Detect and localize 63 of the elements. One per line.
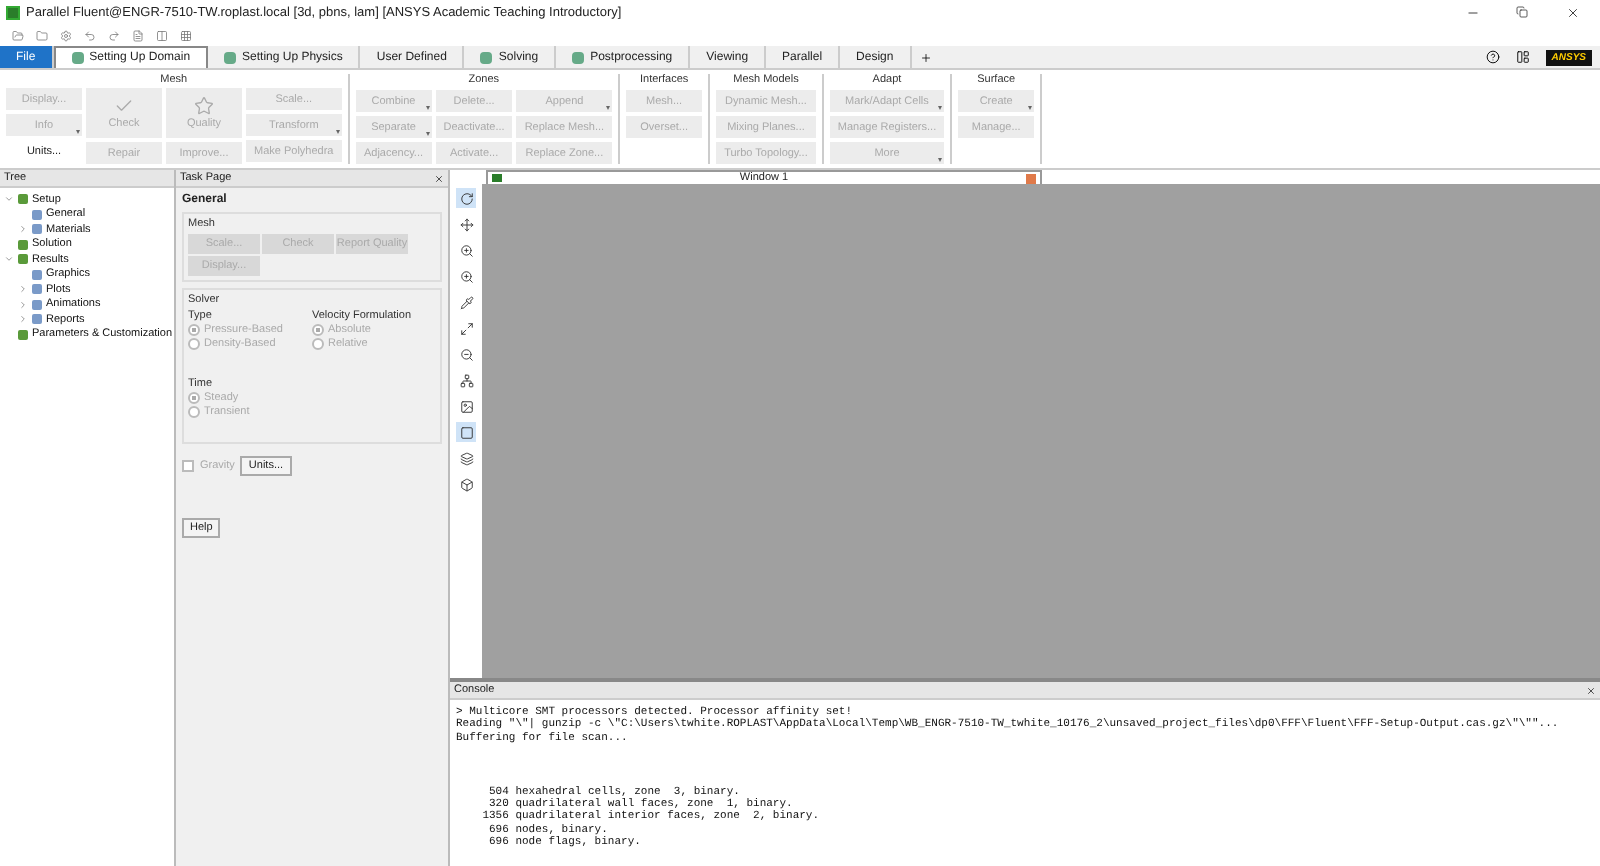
toolbar-button[interactable] [456,448,476,468]
zoom-in-icon [459,243,473,257]
toolbar-button[interactable] [456,396,476,416]
toolbar-button[interactable] [456,318,476,338]
tree-node-icon [18,194,28,205]
folder-icon [12,29,24,41]
check-icon [114,96,134,116]
grid-icon [180,29,192,41]
rotate-icon [459,191,473,205]
tab-icon [480,51,493,63]
toolbar-button[interactable] [456,292,476,312]
tree-node-icon [18,329,28,340]
folder-icon [36,29,48,41]
undo-icon [84,29,96,41]
toolbar-button[interactable] [456,344,476,364]
toolbar-button[interactable] [456,240,476,260]
document-icon [132,29,144,41]
checkbox[interactable] [182,460,194,472]
toolbar-button[interactable] [456,370,476,390]
tree-node-icon [32,284,42,295]
radio-button[interactable] [188,406,200,418]
tree-node-icon [32,299,42,310]
help-icon [1485,50,1500,64]
tab-icon [224,51,237,63]
radio-button[interactable] [188,338,200,350]
tab-icon [71,52,84,64]
toolbar-button[interactable] [456,474,476,494]
layers-icon [459,451,473,465]
zoom-in-icon [459,269,473,283]
tree-node-icon [32,314,42,325]
restore-icon [1516,6,1528,18]
zoom-fit-icon [459,321,473,335]
box-icon [459,425,473,439]
tree-node-icon [18,239,28,250]
zoom-out-icon [459,347,473,361]
pan-icon [459,217,473,231]
toolbar-button[interactable] [456,214,476,234]
tab-icon [572,51,585,63]
view-icon [459,477,473,491]
nodes-icon [459,373,473,387]
probe-icon [459,295,473,309]
window-logo-icon [492,174,502,182]
columns-icon [156,29,168,41]
close-icon [1565,5,1579,19]
star-icon [194,96,214,116]
tree-node-icon [32,224,42,235]
toolbar-button[interactable] [456,422,476,442]
radio-button[interactable] [188,392,200,404]
layout-icon [1515,50,1530,64]
app-logo-icon [6,5,20,19]
toolbar-button[interactable] [456,266,476,286]
tree-node-icon [32,269,42,280]
radio-button[interactable] [312,324,324,336]
close-icon[interactable] [1026,173,1036,183]
tree-node-icon [18,254,28,265]
toolbar-button[interactable] [456,188,476,208]
gear-icon [60,29,72,41]
redo-icon [108,29,120,41]
radio-button[interactable] [188,324,200,336]
tree-node-icon [32,209,42,220]
add-icon [919,51,932,63]
radio-button[interactable] [312,338,324,350]
image-icon [459,399,473,413]
